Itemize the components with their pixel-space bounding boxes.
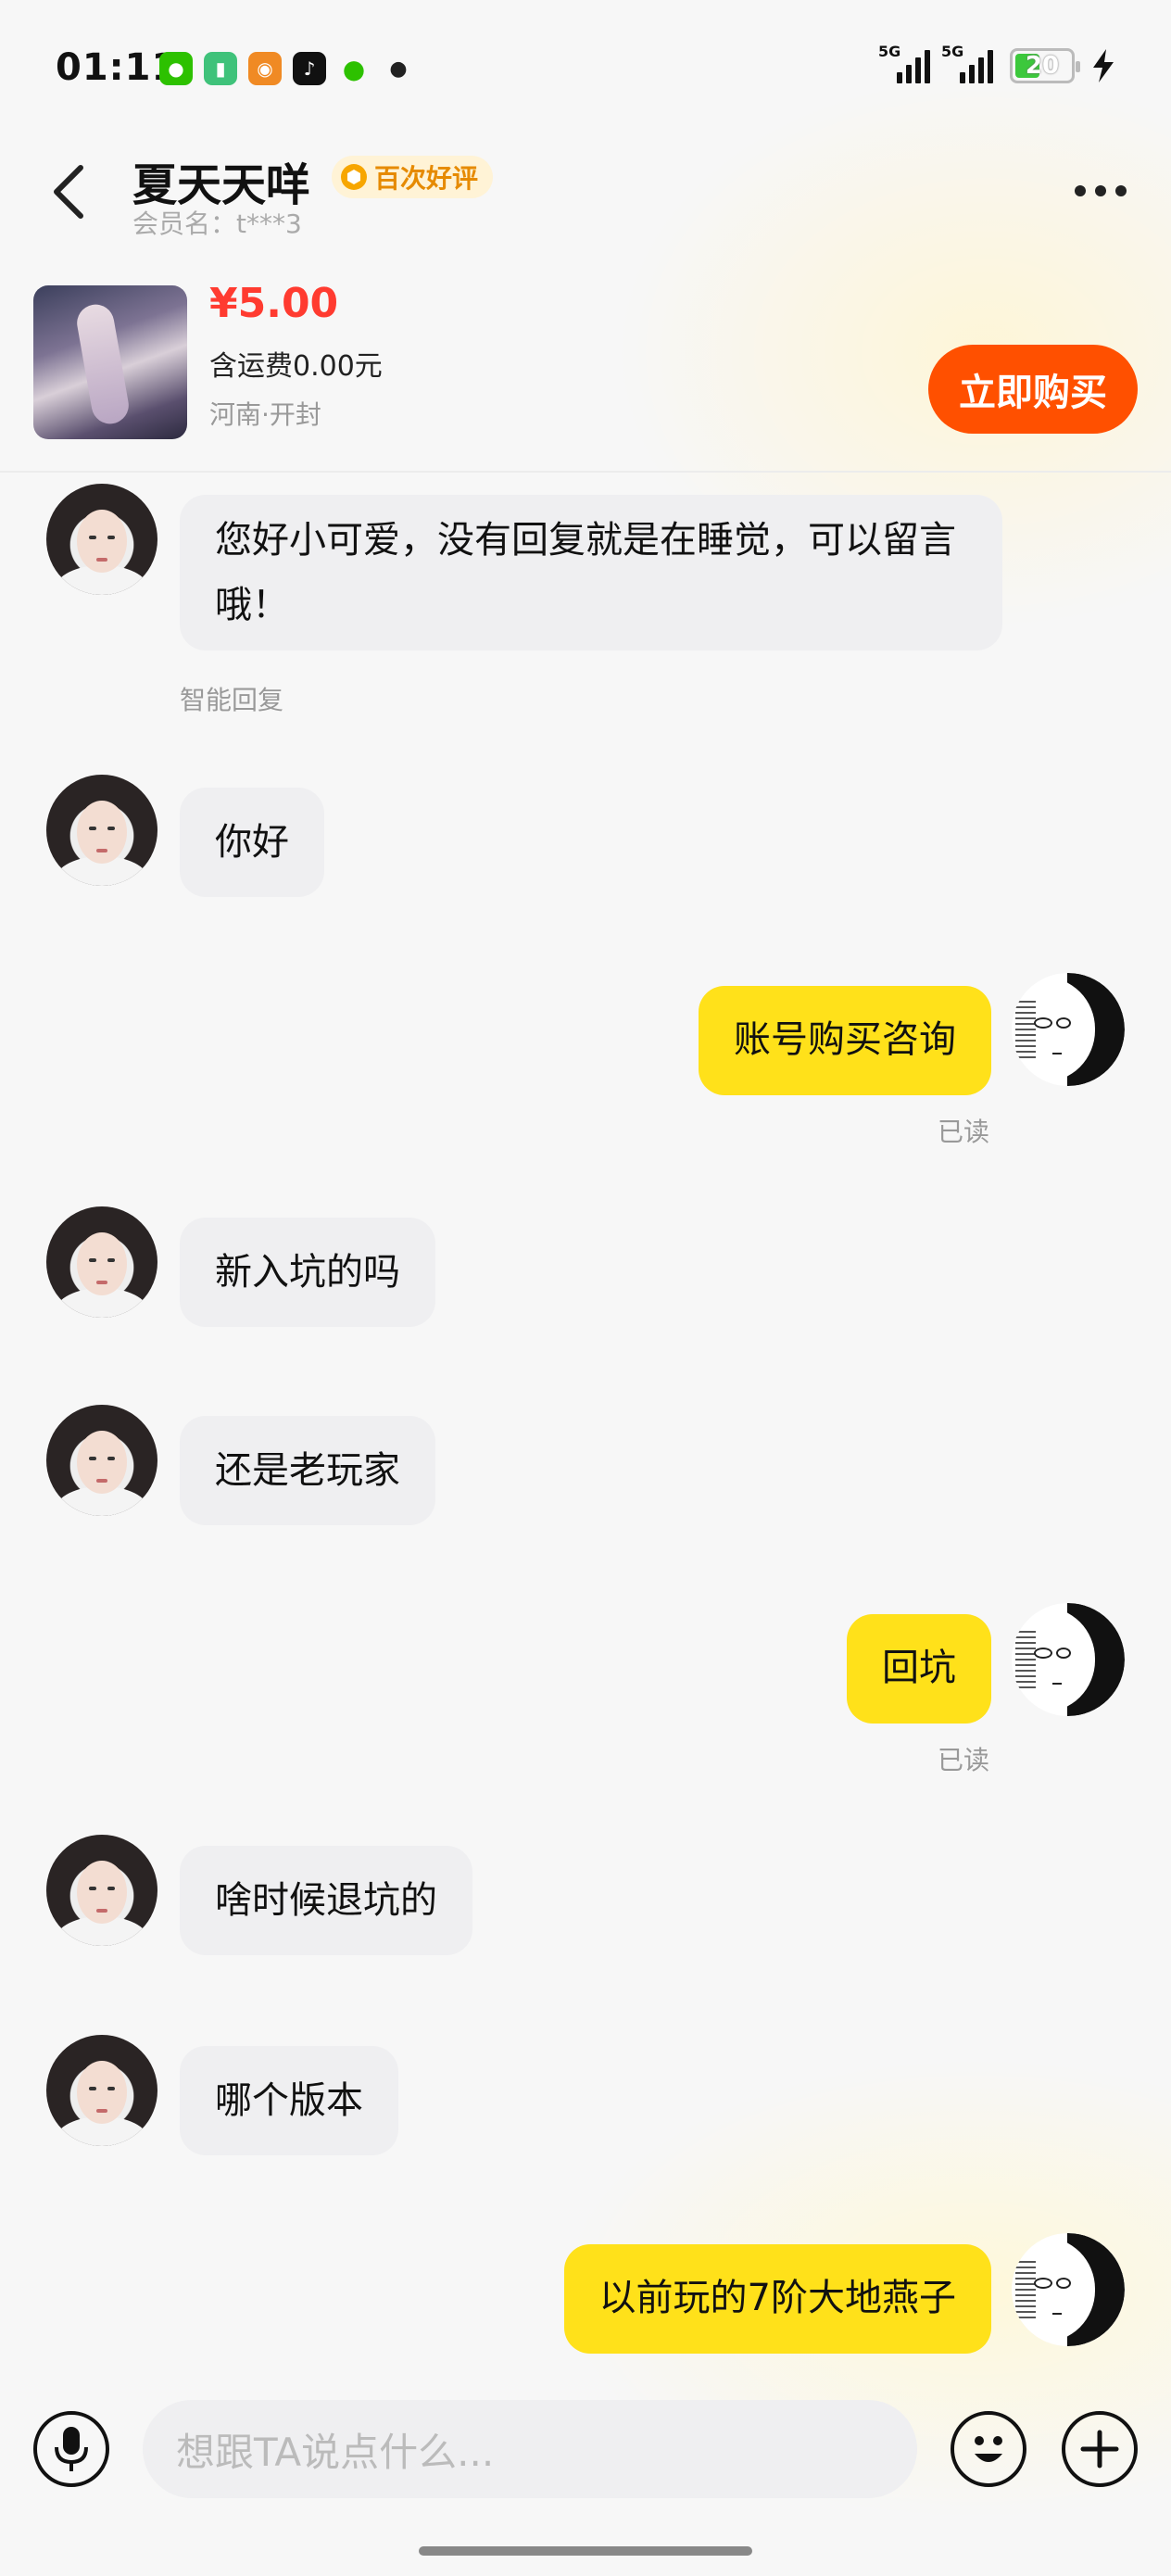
message-list: 您好小可爱，没有回复就是在睡觉，可以留言哦！ 智能回复 你好 账号购买咨询 已读… [0,0,1171,2576]
seller-avatar[interactable] [46,2035,157,2146]
seller-avatar[interactable] [46,1835,157,1946]
plus-icon [1080,2430,1119,2469]
message-bubble-right[interactable]: 回坑 [847,1614,991,1724]
message-bubble-left[interactable]: 你好 [180,788,324,897]
read-status: 已读 [938,1745,990,1775]
my-avatar[interactable] [1012,2233,1125,2346]
microphone-icon [55,2427,88,2471]
emoji-button[interactable] [951,2411,1026,2487]
message-bubble-left[interactable]: 啥时候退坑的 [180,1846,472,1955]
input-bar: 想跟TA说点什么... [0,2372,1171,2576]
message-bubble-right[interactable]: 账号购买咨询 [699,986,991,1095]
seller-avatar[interactable] [46,1206,157,1318]
my-avatar[interactable] [1012,1603,1125,1716]
voice-button[interactable] [33,2411,109,2487]
auto-reply-label: 智能回复 [180,685,284,715]
read-status: 已读 [938,1117,990,1147]
message-bubble-left[interactable]: 哪个版本 [180,2046,398,2155]
message-input[interactable]: 想跟TA说点什么... [143,2400,917,2498]
message-bubble-left[interactable]: 新入坑的吗 [180,1218,435,1327]
home-indicator[interactable] [419,2546,752,2556]
message-bubble-right[interactable]: 以前玩的7阶大地燕子 [563,2244,991,2354]
chat-screen: 01:11 ● ▮ ◉ ♪ ● ● 5G 5G 20 夏天天咩 百次好评 会员名… [0,0,1171,2576]
seller-avatar[interactable] [46,484,157,595]
seller-avatar[interactable] [46,775,157,886]
seller-avatar[interactable] [46,1405,157,1516]
my-avatar[interactable] [1012,973,1125,1086]
message-bubble-left[interactable]: 您好小可爱，没有回复就是在睡觉，可以留言哦！ [180,495,1002,650]
smiley-icon [975,2436,1002,2462]
add-more-button[interactable] [1062,2411,1138,2487]
message-bubble-left[interactable]: 还是老玩家 [180,1416,435,1525]
